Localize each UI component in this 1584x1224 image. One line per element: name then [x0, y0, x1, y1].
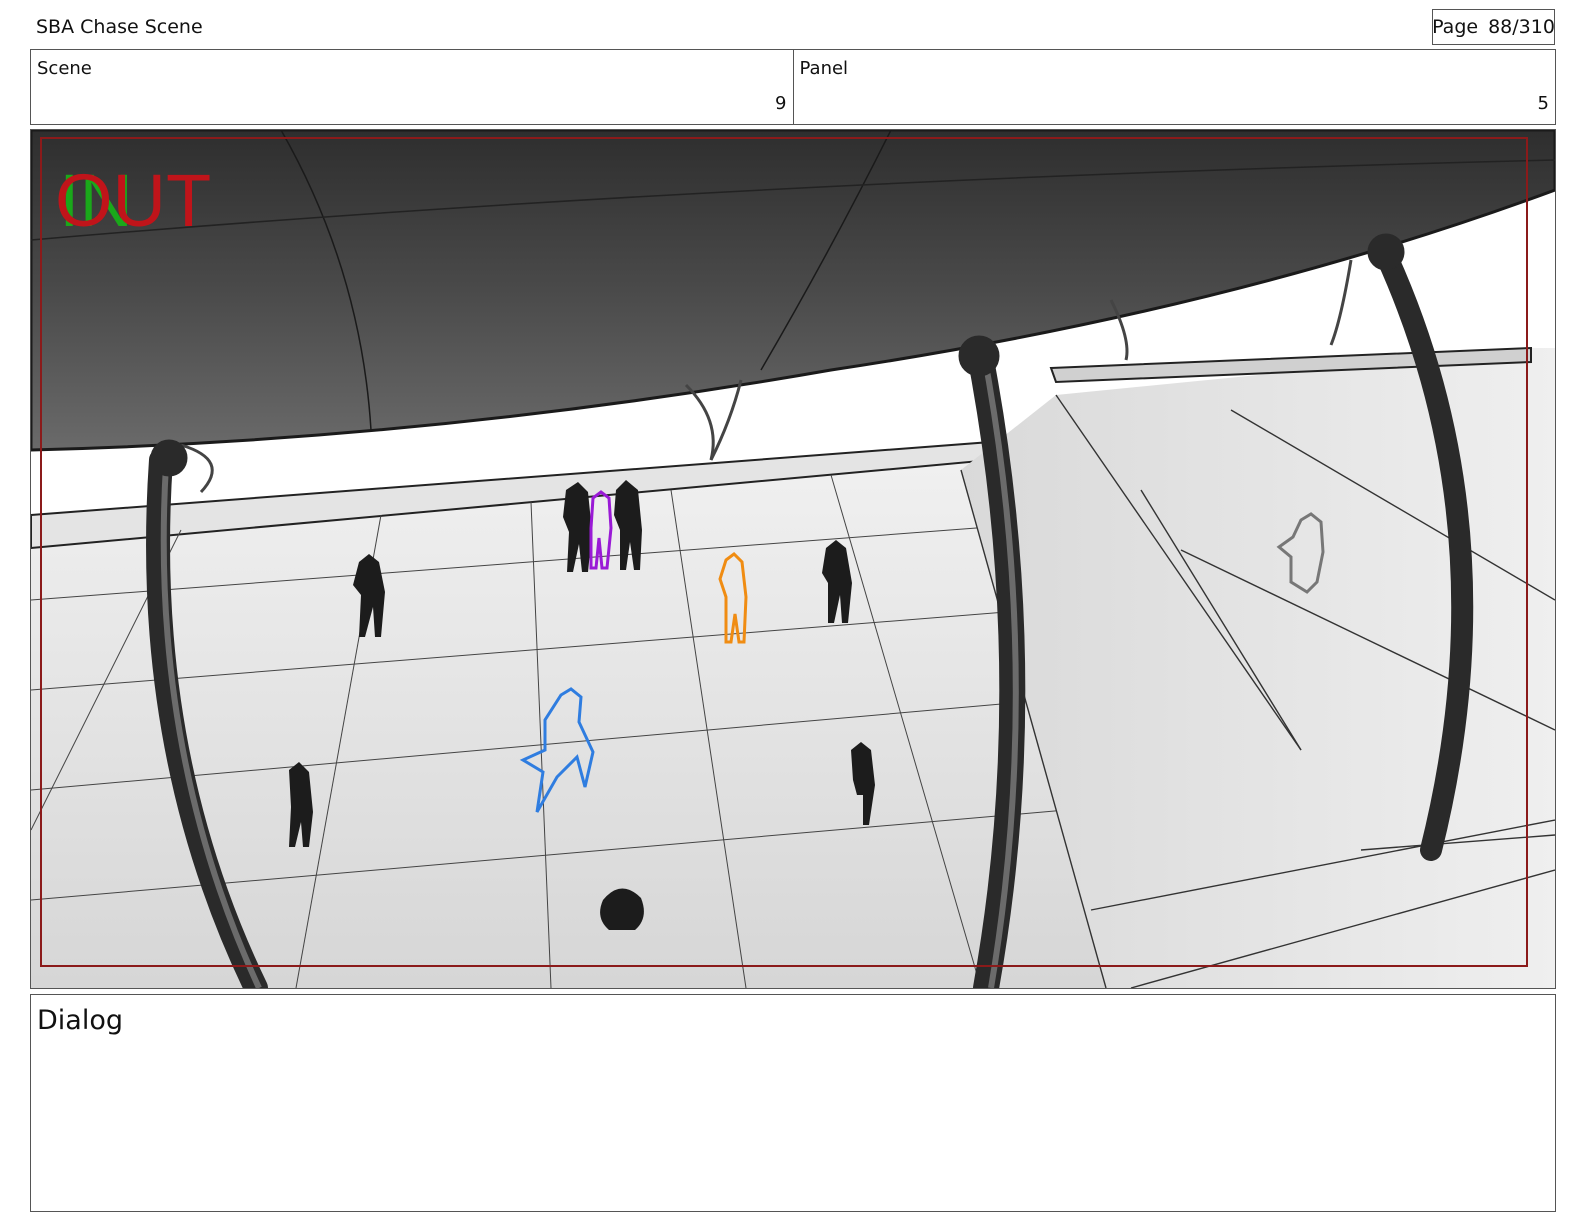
panel-cell: Panel 5: [792, 50, 1556, 124]
panel-sketch: IN OUT: [31, 130, 1555, 988]
scene-panel-row: Scene 9 Panel 5: [30, 49, 1556, 125]
scene-number: 9: [775, 93, 787, 114]
dialog-box: Dialog: [30, 994, 1556, 1212]
storyboard-panel-frame: IN OUT: [30, 129, 1556, 989]
scene-label: Scene: [37, 58, 92, 79]
page-indicator: Page 88/310: [1432, 9, 1555, 45]
panel-number: 5: [1537, 93, 1549, 114]
out-marker: OUT: [55, 159, 211, 242]
storyboard-title: SBA Chase Scene: [36, 16, 203, 38]
page-label: Page: [1432, 16, 1479, 38]
page-number: 88/310: [1488, 16, 1555, 38]
panel-label: Panel: [799, 58, 849, 79]
scene-cell: Scene 9: [31, 50, 793, 124]
dialog-label: Dialog: [37, 1005, 123, 1036]
